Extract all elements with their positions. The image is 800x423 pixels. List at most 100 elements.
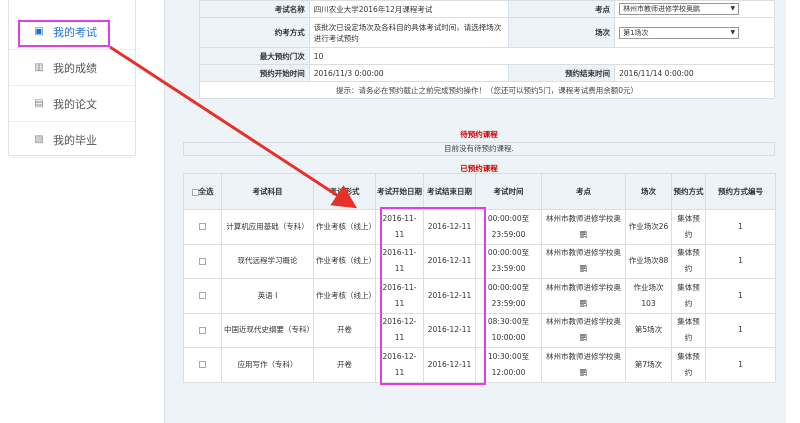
row-checkbox[interactable] <box>199 361 206 369</box>
row-select-cell[interactable] <box>183 243 222 279</box>
max-value: 10 <box>308 47 776 65</box>
row-select-cell[interactable] <box>183 347 222 383</box>
row-select-cell[interactable] <box>183 312 222 348</box>
column-header: 场次 <box>625 173 672 210</box>
select-all-checkbox[interactable] <box>191 188 199 196</box>
sidebar-item-my-grades[interactable]: ▥ 我的成绩 <box>9 50 135 86</box>
cell-session: 作业场次103 <box>625 278 672 314</box>
site-select[interactable]: 林州市教师进修学校奥鹏 <box>619 3 740 15</box>
row-checkbox[interactable] <box>199 223 206 231</box>
cell-session: 作业场次88 <box>625 243 672 279</box>
main-panel: 考试名称 四川农业大学2016年12月课程考试 考点 林州市教师进修学校奥鹏 约… <box>164 0 786 423</box>
sidebar-item-my-exams[interactable]: ▣ 我的考试 <box>9 14 135 50</box>
row-select-cell[interactable] <box>183 278 222 314</box>
pending-title: 待预约课程 <box>460 130 498 139</box>
start-label: 预约开始时间 <box>199 64 310 82</box>
cell-end: 2016-12-11 <box>423 209 476 245</box>
cell-subject: 计算机应用基础（专科） <box>221 209 314 245</box>
cell-start: 2016-12-11 <box>375 312 424 348</box>
cell-site: 林州市教师进修学校奥鹏 <box>541 312 626 348</box>
bar-chart-icon: ▥ <box>34 62 44 73</box>
cell-mode: 集体预约 <box>671 347 706 383</box>
calendar-icon: ▣ <box>34 26 44 37</box>
cell-mode: 集体预约 <box>671 278 706 314</box>
sidebar-item-label: 我的成绩 <box>53 61 97 75</box>
tip-text: 提示：请务必在预约截止之前完成预约操作！（您还可以预约5门，课程考试费用余额0元… <box>199 81 775 99</box>
row-checkbox[interactable] <box>199 292 206 300</box>
cell-session: 作业场次26 <box>625 209 672 245</box>
column-header: 预约方式 <box>671 173 706 210</box>
cell-subject: 现代远程学习概论 <box>221 243 314 279</box>
cell-site: 林州市教师进修学校奥鹏 <box>541 347 626 383</box>
column-header: 预约方式编号 <box>705 173 776 210</box>
cell-mode: 集体预约 <box>671 312 706 348</box>
exam-info-table: 考试名称 四川农业大学2016年12月课程考试 考点 林州市教师进修学校奥鹏 约… <box>199 0 776 99</box>
end-label: 预约结束时间 <box>508 64 616 82</box>
cell-site: 林州市教师进修学校奥鹏 <box>541 243 626 279</box>
cell-time: 00:00:00至23:59:00 <box>475 278 542 314</box>
cell-time: 10:30:00至12:00:00 <box>475 347 542 383</box>
cell-time: 00:00:00至23:59:00 <box>475 243 542 279</box>
column-header: 考试开始日期 <box>375 173 424 210</box>
sidebar-item-label: 我的毕业 <box>53 133 97 147</box>
column-header: 考点 <box>541 173 626 210</box>
cell-form: 开卷 <box>313 312 376 348</box>
cell-code: 1 <box>705 347 776 383</box>
exam-name-label: 考试名称 <box>199 0 310 18</box>
column-header: 考试科目 <box>221 173 314 210</box>
cell-end: 2016-12-11 <box>423 243 476 279</box>
cell-form: 作业考核（线上） <box>313 209 376 245</box>
cell-end: 2016-12-11 <box>423 347 476 383</box>
cell-form: 作业考核（线上） <box>313 278 376 314</box>
row-checkbox[interactable] <box>199 257 206 265</box>
cell-start: 2016-11-11 <box>375 278 424 314</box>
sidebar-item-label: 我的论文 <box>53 97 97 111</box>
cell-code: 1 <box>705 243 776 279</box>
cell-time: 08:30:00至10:00:00 <box>475 312 542 348</box>
cell-end: 2016-12-11 <box>423 312 476 348</box>
cell-session: 第5场次 <box>625 312 672 348</box>
start-value: 2016/11/3 0:00:00 <box>308 64 510 82</box>
method-value: 该批次已设定场次及各科目的具体考试时间，请选择场次进行考试预约 <box>308 17 510 48</box>
document-icon: ▤ <box>34 98 44 109</box>
table-row: 计算机应用基础（专科） 作业考核（线上） 2016-11-11 2016-12-11 0… <box>183 209 776 245</box>
session-label: 场次 <box>508 17 616 48</box>
cell-start: 2016-12-11 <box>375 347 424 383</box>
end-value: 2016/11/14 0:00:00 <box>614 64 775 82</box>
diploma-icon: ▧ <box>34 134 44 145</box>
row-select-cell[interactable] <box>183 209 222 245</box>
sidebar-item-my-thesis[interactable]: ▤ 我的论文 <box>9 86 135 122</box>
table-row: 英语 I 作业考核（线上） 2016-11-11 2016-12-11 00:00:00… <box>183 278 776 314</box>
sidebar-item-my-graduation[interactable]: ▧ 我的毕业 <box>9 122 135 158</box>
cell-site: 林州市教师进修学校奥鹏 <box>541 278 626 314</box>
cell-code: 1 <box>705 209 776 245</box>
cell-subject: 应用写作（专科） <box>221 347 314 383</box>
row-checkbox[interactable] <box>199 326 206 334</box>
cell-code: 1 <box>705 312 776 348</box>
cell-mode: 集体预约 <box>671 209 706 245</box>
column-header: 考试时间 <box>475 173 542 210</box>
sidebar-item-label: 我的考试 <box>53 25 97 39</box>
max-label: 最大预约门次 <box>199 47 310 65</box>
cell-form: 开卷 <box>313 347 376 383</box>
cell-start: 2016-11-11 <box>375 209 424 245</box>
column-header: 考试结束日期 <box>423 173 476 210</box>
sidebar: ▣ 我的考试 ▥ 我的成绩 ▤ 我的论文 ▧ 我的毕业 <box>8 0 136 158</box>
table-row: 中国近现代史纲要（专科） 开卷 2016-12-11 2016-12-11 08:30:… <box>183 312 776 348</box>
table-header-row: 全选 考试科目 考试形式 考试开始日期 考试结束日期 考试时间 考点 场次 预约… <box>183 173 776 210</box>
cell-code: 1 <box>705 278 776 314</box>
session-select[interactable]: 第1场次 <box>619 26 740 39</box>
select-all-label: 全选 <box>198 187 214 196</box>
exam-name-value: 四川农业大学2016年12月课程考试 <box>308 0 510 18</box>
table-row: 应用写作（专科） 开卷 2016-12-11 2016-12-11 10:30:00至1… <box>183 347 776 383</box>
cell-session: 第7场次 <box>625 347 672 383</box>
select-all-header[interactable]: 全选 <box>183 173 222 210</box>
site-label: 考点 <box>508 0 616 18</box>
cell-site: 林州市教师进修学校奥鹏 <box>541 209 626 245</box>
table-row: 现代远程学习概论 作业考核（线上） 2016-11-11 2016-12-11 00:0… <box>183 243 776 279</box>
column-header: 考试形式 <box>313 173 376 210</box>
cell-start: 2016-11-11 <box>375 243 424 279</box>
booked-exams-table: 全选 考试科目 考试形式 考试开始日期 考试结束日期 考试时间 考点 场次 预约… <box>183 173 776 383</box>
cell-end: 2016-12-11 <box>423 278 476 314</box>
cell-form: 作业考核（线上） <box>313 243 376 279</box>
